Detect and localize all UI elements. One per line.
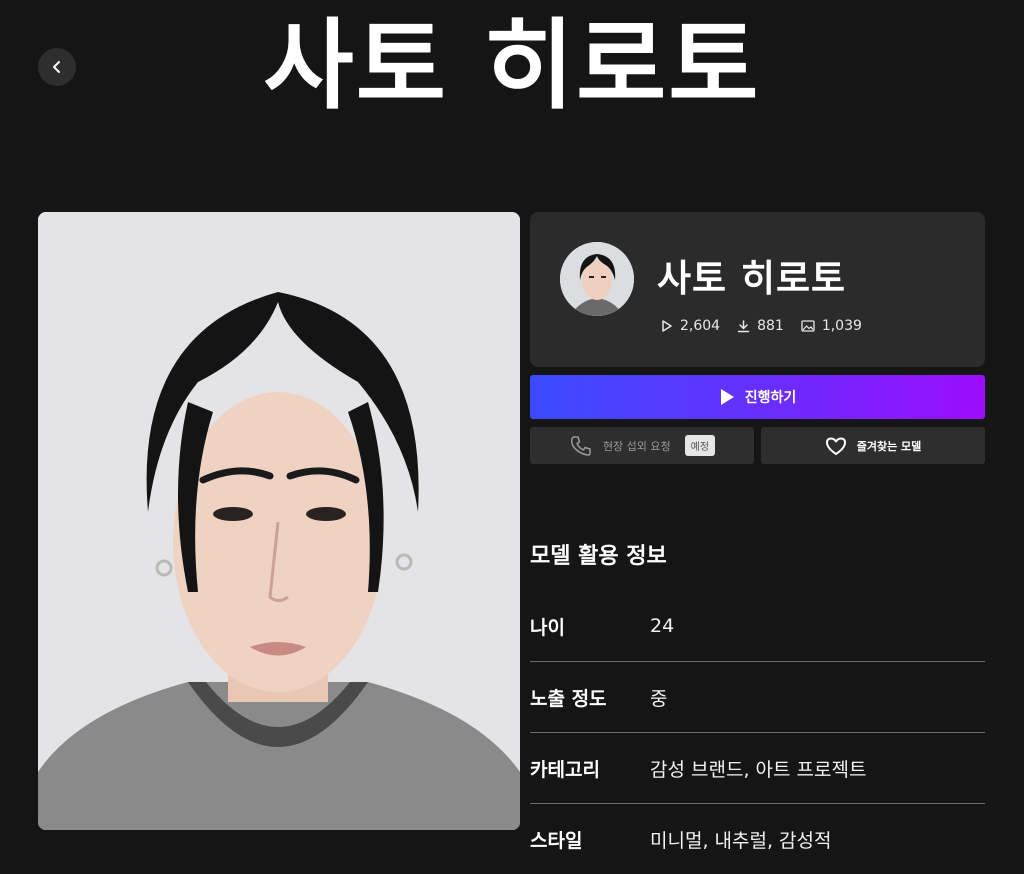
pending-badge: 예정	[684, 435, 716, 456]
download-icon	[737, 319, 750, 332]
heart-icon	[825, 437, 846, 455]
info-value: 미니멀, 내추럴, 감성적	[650, 830, 832, 852]
images-stat: 1,039	[801, 318, 862, 334]
info-row-style: 스타일 미니멀, 내추럴, 감성적	[530, 804, 985, 874]
info-section-title: 모델 활용 정보	[530, 544, 667, 569]
model-photo	[38, 212, 520, 830]
proceed-label: 진행하기	[744, 390, 797, 406]
play-icon	[720, 389, 734, 405]
info-label: 스타일	[530, 830, 583, 852]
info-row-age: 나이 24	[530, 591, 985, 662]
info-value: 24	[650, 615, 675, 637]
page-title: 사토 히로토	[263, 9, 761, 123]
avatar	[560, 242, 634, 316]
plays-stat: 2,604	[661, 318, 720, 334]
info-label: 카테고리	[530, 758, 600, 781]
profile-stats: 2,604 881 1,039	[661, 318, 879, 334]
info-label: 나이	[530, 616, 565, 639]
model-detail-page: 사토 히로토 사토 히로토 2,604 881 1,039 진행하기 현장 섭외…	[0, 0, 1024, 874]
info-row-exposure: 노출 정도 중	[530, 662, 985, 733]
onsite-label: 현장 섭외 요청	[602, 439, 671, 453]
favorite-button[interactable]: 즐겨찾는 모델	[761, 427, 985, 464]
info-label: 노출 정도	[530, 687, 607, 710]
image-icon	[801, 320, 815, 332]
profile-card: 사토 히로토 2,604 881 1,039	[530, 212, 985, 367]
profile-name: 사토 히로토	[657, 257, 847, 300]
phone-icon	[570, 435, 591, 456]
proceed-button[interactable]: 진행하기	[530, 375, 985, 419]
favorite-label: 즐겨찾는 모델	[856, 439, 922, 453]
plays-count: 2,604	[680, 318, 721, 334]
play-icon	[662, 320, 672, 332]
downloads-count: 881	[757, 318, 784, 334]
onsite-request-button[interactable]: 현장 섭외 요청 예정	[530, 427, 754, 464]
downloads-stat: 881	[737, 318, 784, 334]
info-value: 감성 브랜드, 아트 프로젝트	[650, 758, 867, 781]
info-row-category: 카테고리 감성 브랜드, 아트 프로젝트	[530, 733, 985, 804]
images-count: 1,039	[821, 318, 862, 334]
info-value: 중	[650, 687, 668, 710]
